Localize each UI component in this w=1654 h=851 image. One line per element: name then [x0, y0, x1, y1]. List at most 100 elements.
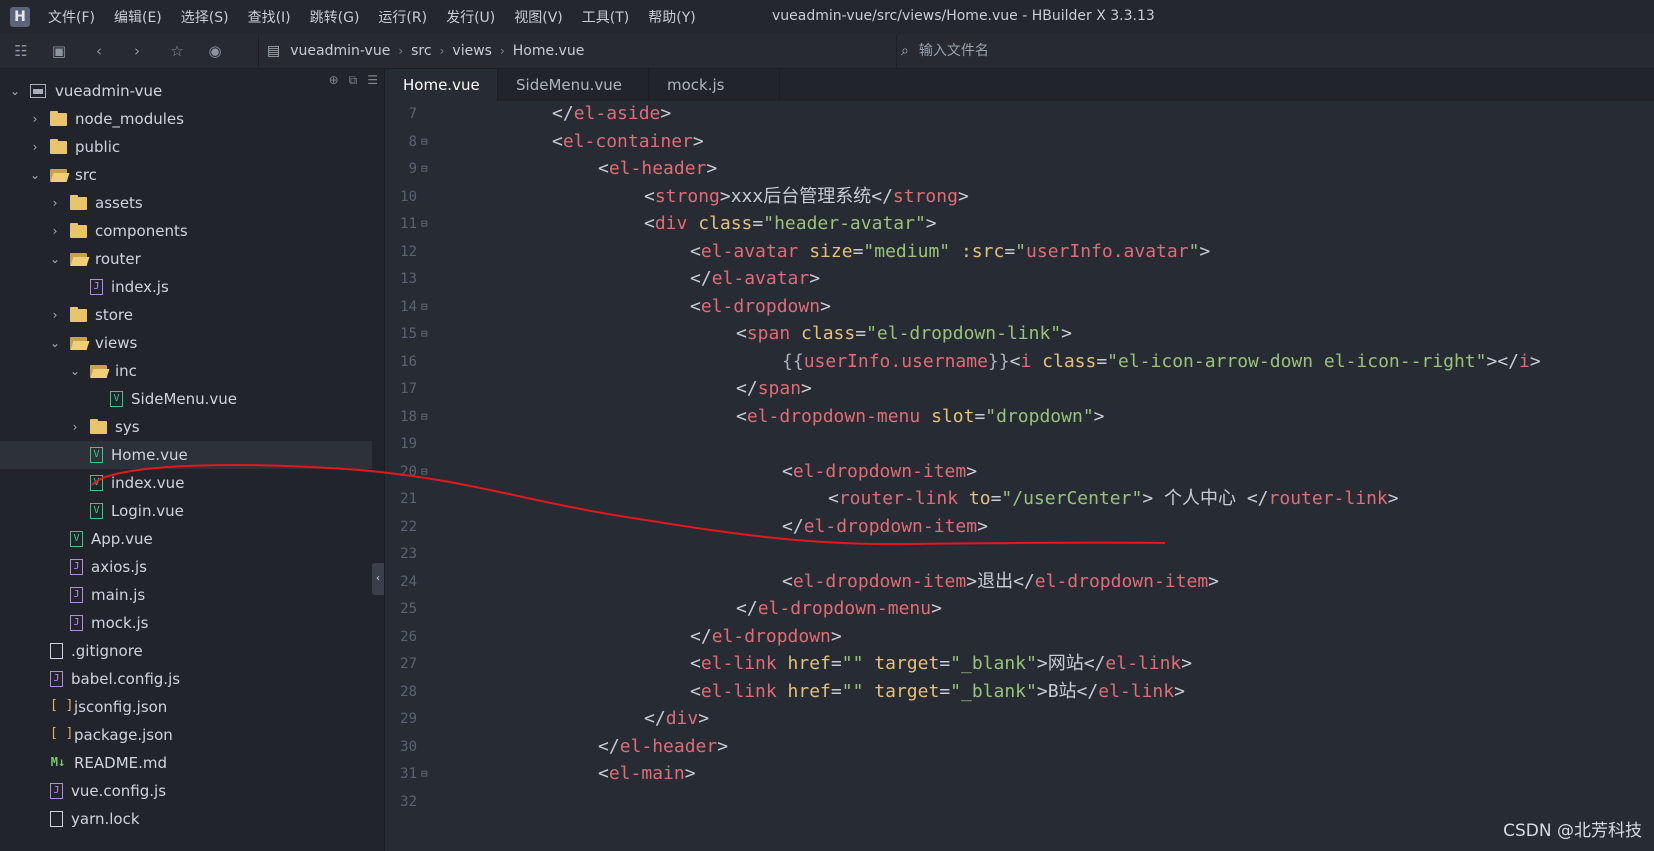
code-token: >	[1036, 653, 1048, 674]
tree-item[interactable]: ⌄ vueadmin-vue	[0, 77, 372, 105]
forward-icon[interactable]: ›	[128, 42, 146, 60]
tree-item[interactable]: yarn.lock	[0, 805, 372, 833]
menu-item[interactable]: 帮助(Y)	[648, 7, 695, 27]
chevron-right-icon[interactable]: ›	[48, 224, 62, 238]
fold-icon[interactable]: ⊟	[421, 128, 428, 156]
menu-item[interactable]: 查找(I)	[248, 7, 291, 27]
tree-item-label: store	[95, 306, 133, 324]
menu-item[interactable]: 编辑(E)	[114, 7, 162, 27]
run-icon[interactable]: ◉	[206, 42, 224, 60]
tree-item[interactable]: › public	[0, 133, 372, 161]
code-token: >	[925, 213, 937, 234]
code-token: el-aside	[573, 103, 661, 124]
tree-item[interactable]: Jindex.js	[0, 273, 372, 301]
tree-item[interactable]: V Login.vue	[0, 497, 372, 525]
tree-item[interactable]: › store	[0, 301, 372, 329]
chevron-down-icon[interactable]: ⌄	[28, 168, 42, 182]
code-token: <	[782, 460, 793, 482]
tree-item[interactable]: V SideMenu.vue	[0, 385, 372, 413]
code-token: =	[939, 653, 951, 674]
folder-icon	[90, 419, 108, 435]
tree-item[interactable]: [ ] package.json	[0, 721, 372, 749]
chevron-right-icon[interactable]: ›	[68, 420, 82, 434]
fold-icon[interactable]: ⊟	[421, 293, 428, 321]
tree-item[interactable]: › assets	[0, 189, 372, 217]
code-token: =	[990, 488, 1002, 509]
fold-icon[interactable]: ⊟	[421, 458, 428, 486]
line-number: 11	[400, 216, 417, 232]
tree-item[interactable]: › sys	[0, 413, 372, 441]
tab-mock-js[interactable]: mock.js	[649, 69, 780, 101]
tree-item[interactable]: Jbabel.config.js	[0, 665, 372, 693]
tree-item[interactable]: ⌄ inc	[0, 357, 372, 385]
menu-item[interactable]: 视图(V)	[514, 7, 563, 27]
breadcrumb-item[interactable]: views	[452, 43, 492, 59]
star-icon[interactable]: ☆	[168, 42, 186, 60]
code-line: 25 </el-dropdown-menu>	[385, 595, 1654, 623]
tree-item[interactable]: V Home.vue	[0, 441, 372, 469]
breadcrumb-item[interactable]: Home.vue	[513, 43, 585, 59]
menu-item[interactable]: 选择(S)	[181, 7, 229, 27]
code-token: <	[828, 488, 839, 509]
chevron-right-icon[interactable]: ›	[48, 308, 62, 322]
fold-icon[interactable]: ⊟	[421, 403, 428, 431]
line-number: 26	[400, 628, 417, 645]
line-number: 22	[400, 518, 417, 535]
file-search-input[interactable]	[916, 42, 1521, 60]
fold-icon[interactable]: ⊟	[421, 320, 428, 348]
tree-item[interactable]: ⌄ src	[0, 161, 372, 189]
chevron-down-icon[interactable]: ⌄	[48, 336, 62, 350]
code-editor[interactable]: 7 </el-aside> 8 ⊟ <el-container> 9 ⊟ <el-header…	[385, 101, 1654, 851]
list-icon[interactable]: ☷	[12, 42, 30, 60]
chevron-right-icon[interactable]: ›	[28, 140, 42, 154]
tree-item[interactable]: Vindex.vue	[0, 469, 372, 497]
tree-item[interactable]: Jmain.js	[0, 581, 372, 609]
code-token: <	[690, 680, 701, 702]
tree-item[interactable]: Jmock.js	[0, 609, 372, 637]
code-token: >	[1036, 680, 1048, 702]
tree-item[interactable]: .gitignore	[0, 637, 372, 665]
fold-icon[interactable]: ⊟	[421, 760, 428, 788]
tree-item-label: jsconfig.json	[74, 698, 168, 716]
tree-item[interactable]: M↓ README.md	[0, 749, 372, 777]
tree-item[interactable]: ⌄ router	[0, 245, 372, 273]
save-icon[interactable]: ▣	[50, 42, 68, 60]
menu-item[interactable]: 跳转(G)	[310, 7, 360, 27]
chevron-down-icon[interactable]: ⌄	[68, 364, 82, 378]
tab-home-vue[interactable]: Home.vue	[385, 69, 498, 101]
chevron-down-icon[interactable]: ⌄	[48, 252, 62, 266]
chevron-down-icon[interactable]: ⌄	[8, 84, 22, 98]
breadcrumb-item[interactable]: vueadmin-vue	[290, 43, 390, 59]
code-line: 22 </el-dropdown-item>	[385, 513, 1654, 541]
tree-item[interactable]: ⌄ views	[0, 329, 372, 357]
fold-icon[interactable]: ⊟	[421, 155, 428, 183]
code-token: >	[692, 130, 704, 152]
code-token: 个人中心	[1153, 488, 1247, 509]
code-token: >	[719, 185, 731, 207]
line-number: 27	[400, 656, 417, 672]
tree-item[interactable]: Jaxios.js	[0, 553, 372, 581]
breadcrumb-item[interactable]: src	[411, 43, 431, 59]
code-line: 14 ⊟ <el-dropdown>	[385, 293, 1654, 321]
tab-sidemenu-vue[interactable]: SideMenu.vue	[498, 69, 649, 101]
menu-item[interactable]: 文件(F)	[48, 7, 95, 27]
folder-open-icon	[70, 251, 88, 267]
watermark: CSDN @北芳科技	[1503, 821, 1642, 841]
tree-item[interactable]: [ ] jsconfig.json	[0, 693, 372, 721]
menu-item[interactable]: 运行(R)	[378, 7, 427, 27]
back-icon[interactable]: ‹	[90, 42, 108, 60]
tree-item[interactable]: › node_modules	[0, 105, 372, 133]
collapse-sidebar-button[interactable]: ‹	[372, 563, 384, 595]
fold-icon[interactable]: ⊟	[421, 210, 428, 238]
js-file-icon: J	[50, 671, 63, 687]
tree-item[interactable]: Jvue.config.js	[0, 777, 372, 805]
menu-item[interactable]: 工具(T)	[582, 7, 629, 27]
code-token: "_blank"	[950, 680, 1037, 702]
tree-item[interactable]: › components	[0, 217, 372, 245]
chevron-right-icon[interactable]: ›	[28, 112, 42, 126]
tree-item-label: README.md	[74, 754, 168, 772]
code-token: el-dropdown	[711, 625, 831, 647]
chevron-right-icon[interactable]: ›	[48, 196, 62, 210]
tree-item[interactable]: V App.vue	[0, 525, 372, 553]
menu-item[interactable]: 发行(U)	[446, 7, 495, 27]
